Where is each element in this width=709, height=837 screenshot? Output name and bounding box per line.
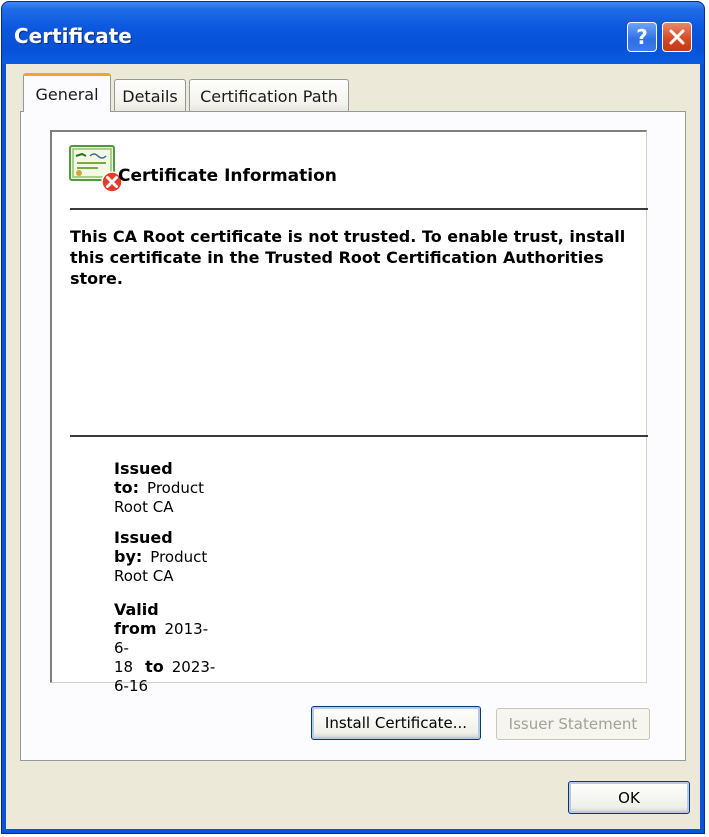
trust-warning-text: This CA Root certificate is not trusted.…: [70, 227, 626, 288]
tab-details[interactable]: Details: [114, 79, 186, 113]
certificate-dialog: Certificate ? General Details Certificat…: [1, 1, 705, 834]
general-tab-panel: Certificate Information This CA Root cer…: [20, 111, 686, 761]
install-certificate-button[interactable]: Install Certificate...: [311, 706, 481, 740]
close-button[interactable]: [662, 22, 692, 52]
validity-row: Valid from 2013-6-18 to 2023-6-16: [114, 600, 215, 695]
divider-bottom: [70, 435, 648, 437]
issued-to-row: Issued to: Product Root CA: [114, 459, 204, 516]
title-bar[interactable]: Certificate ?: [2, 2, 704, 64]
certificate-information-heading: Certificate Information: [118, 166, 337, 186]
issuer-statement-button[interactable]: Issuer Statement: [496, 708, 650, 740]
help-icon: ?: [636, 25, 648, 49]
valid-to-label: to: [145, 657, 164, 676]
dialog-body: General Details Certification Path Certi…: [6, 64, 700, 829]
tab-details-label: Details: [122, 87, 178, 106]
help-button[interactable]: ?: [627, 22, 657, 52]
valid-from-label: Valid from: [114, 600, 159, 638]
divider-top: [70, 208, 648, 210]
tab-general-label: General: [35, 84, 99, 104]
ok-button[interactable]: OK: [568, 781, 690, 814]
issued-by-row: Issued by: Product Root CA: [114, 528, 207, 585]
tab-certification-path[interactable]: Certification Path: [189, 79, 349, 113]
close-icon: [669, 29, 685, 45]
tab-certification-path-label: Certification Path: [200, 87, 338, 106]
certificate-info-box: Certificate Information This CA Root cer…: [50, 130, 648, 695]
window-title: Certificate: [14, 24, 132, 48]
tab-general[interactable]: General: [23, 73, 111, 112]
